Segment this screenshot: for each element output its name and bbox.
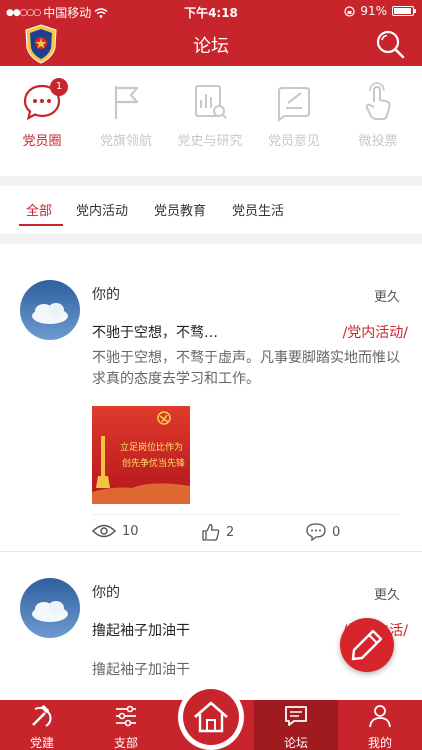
post-body: 不驰于空想，不骛于虚声。凡事要脚踏实地而惟以求真的态度去学习和工作。 bbox=[92, 350, 400, 387]
post-image[interactable]: 立足岗位比作为 创先争优当先锋 bbox=[92, 406, 190, 504]
nav-bar: 论坛 bbox=[0, 22, 422, 66]
category-label: 党史与研究 bbox=[177, 134, 243, 149]
views-stat: 10 bbox=[92, 523, 139, 539]
compose-button[interactable] bbox=[340, 618, 394, 672]
party-poster-image bbox=[92, 406, 190, 504]
battery-percent: 91% bbox=[360, 4, 387, 18]
likes-count: 2 bbox=[226, 524, 235, 540]
post-card[interactable]: 你的 更久 不驰于空想，不骛… /党内活动/ 不驰于空想，不骛于虚声。凡事要脚踏… bbox=[0, 244, 422, 552]
post-time: 更久 bbox=[373, 290, 400, 305]
post-time: 更久 bbox=[373, 588, 400, 603]
pencil-icon bbox=[351, 629, 383, 661]
poster-line-2: 创先争优当先锋 bbox=[122, 459, 186, 469]
like-button[interactable]: 2 bbox=[202, 523, 234, 541]
tabbar-label: 党建 bbox=[29, 736, 54, 750]
category-party-circle[interactable]: 1 党员圈 bbox=[0, 78, 84, 149]
post-author[interactable]: 你的 bbox=[92, 284, 120, 304]
post-stats: 10 2 0 bbox=[92, 514, 400, 550]
category-label: 微投票 bbox=[358, 134, 398, 149]
category-party-flag[interactable]: 党旗领航 bbox=[84, 82, 168, 149]
battery-icon bbox=[392, 6, 416, 16]
avatar[interactable] bbox=[20, 280, 80, 340]
tab-all[interactable]: 全部 bbox=[26, 200, 52, 219]
category-micro-vote[interactable]: 微投票 bbox=[336, 82, 420, 149]
report-chart-icon bbox=[195, 85, 227, 119]
status-bar: ●●○○○ 中国移动 下午4:18 91% bbox=[0, 0, 422, 22]
comment-button[interactable]: 0 bbox=[306, 523, 340, 541]
tabbar-label: 我的 bbox=[367, 736, 392, 750]
filter-tabs: 全部 党内活动 党员教育 党员生活 bbox=[0, 186, 422, 234]
post-category[interactable]: /党内活动/ bbox=[343, 322, 408, 342]
thumbs-up-icon bbox=[202, 523, 220, 541]
eye-icon bbox=[92, 524, 116, 538]
post-title[interactable]: 不驰于空想，不骛… bbox=[92, 322, 218, 342]
edit-note-icon bbox=[278, 87, 310, 123]
rotation-lock-icon bbox=[344, 5, 355, 17]
active-tab-indicator bbox=[19, 224, 63, 226]
tabbar-label: 论坛 bbox=[283, 736, 308, 750]
category-label: 党员意见 bbox=[267, 134, 320, 149]
category-party-history[interactable]: 党史与研究 bbox=[168, 82, 252, 149]
sliders-icon bbox=[116, 705, 136, 727]
category-party-opinion[interactable]: 党员意见 bbox=[252, 82, 336, 149]
avatar[interactable] bbox=[20, 578, 80, 638]
tap-hand-icon bbox=[365, 82, 391, 120]
tabbar-forum[interactable]: 论坛 bbox=[254, 700, 338, 750]
poster-line-1: 立足岗位比作为 bbox=[120, 443, 184, 453]
tab-party-life[interactable]: 党员生活 bbox=[232, 200, 284, 219]
post-title[interactable]: 撸起袖子加油干 bbox=[92, 620, 190, 640]
message-square-icon bbox=[285, 706, 307, 726]
tab-party-education[interactable]: 党员教育 bbox=[154, 200, 206, 219]
tabbar-branch[interactable]: 支部 bbox=[84, 700, 168, 750]
tab-party-activities[interactable]: 党内活动 bbox=[76, 200, 128, 219]
home-button[interactable] bbox=[178, 684, 244, 750]
post-author[interactable]: 你的 bbox=[92, 582, 120, 602]
search-icon[interactable] bbox=[374, 28, 406, 60]
sky-cloud-avatar-image bbox=[20, 280, 80, 340]
comment-icon bbox=[306, 523, 326, 541]
sky-cloud-avatar-image bbox=[20, 578, 80, 638]
tabbar-party-building[interactable]: 党建 bbox=[0, 700, 84, 750]
tabbar-label: 支部 bbox=[113, 736, 138, 750]
page-title: 论坛 bbox=[193, 36, 229, 57]
views-count: 10 bbox=[122, 523, 139, 539]
notification-badge: 1 bbox=[50, 78, 68, 96]
category-bar: 1 党员圈 党旗领航 党史与研究 党员意见 微投票 bbox=[0, 66, 422, 176]
hammer-sickle-icon bbox=[32, 704, 52, 727]
comments-count: 0 bbox=[332, 524, 341, 540]
flag-icon bbox=[114, 86, 139, 119]
category-label: 党旗领航 bbox=[99, 134, 152, 149]
home-icon bbox=[194, 701, 228, 733]
person-icon bbox=[369, 705, 391, 728]
category-label: 党员圈 bbox=[22, 134, 62, 149]
tabbar-mine[interactable]: 我的 bbox=[338, 700, 422, 750]
home-button-inner bbox=[183, 689, 239, 745]
